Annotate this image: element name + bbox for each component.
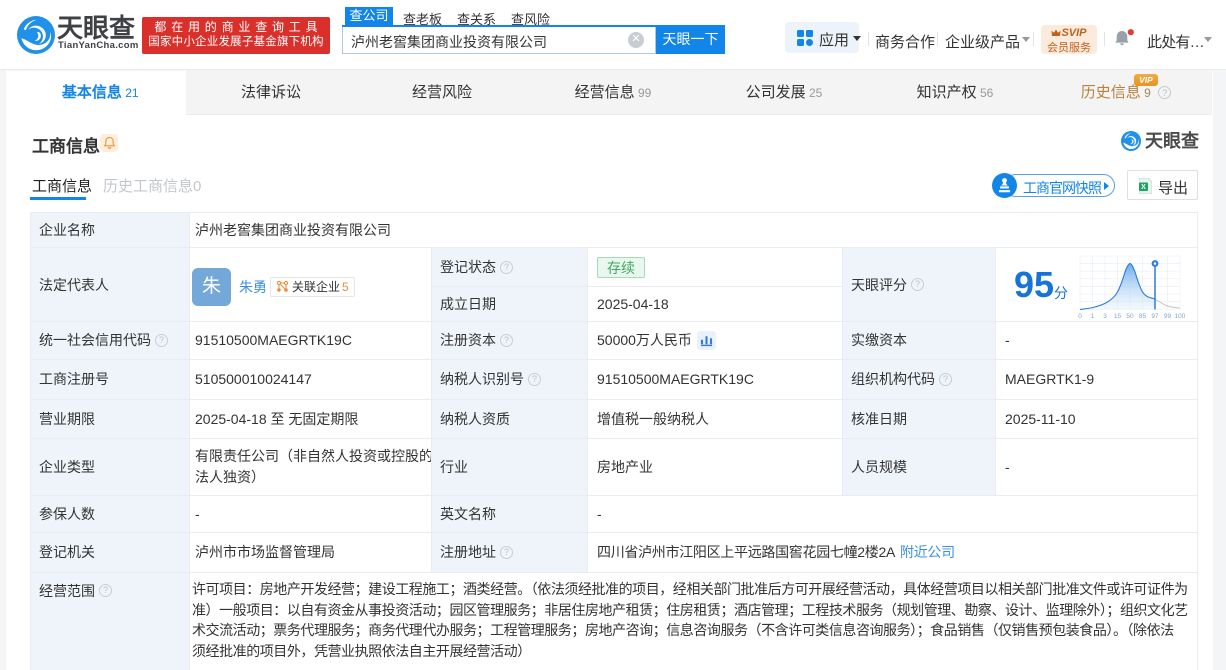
svg-text:50: 50 <box>1126 313 1134 320</box>
svg-text:85: 85 <box>1139 313 1147 320</box>
svg-text:99: 99 <box>1164 313 1172 320</box>
svg-text:97: 97 <box>1151 313 1159 320</box>
svg-text:0: 0 <box>1078 313 1082 320</box>
svg-text:15: 15 <box>1114 313 1122 320</box>
svg-text:100: 100 <box>1175 313 1186 320</box>
svg-text:1: 1 <box>1091 313 1095 320</box>
svg-text:3: 3 <box>1103 313 1107 320</box>
svg-text:X: X <box>1141 184 1146 191</box>
